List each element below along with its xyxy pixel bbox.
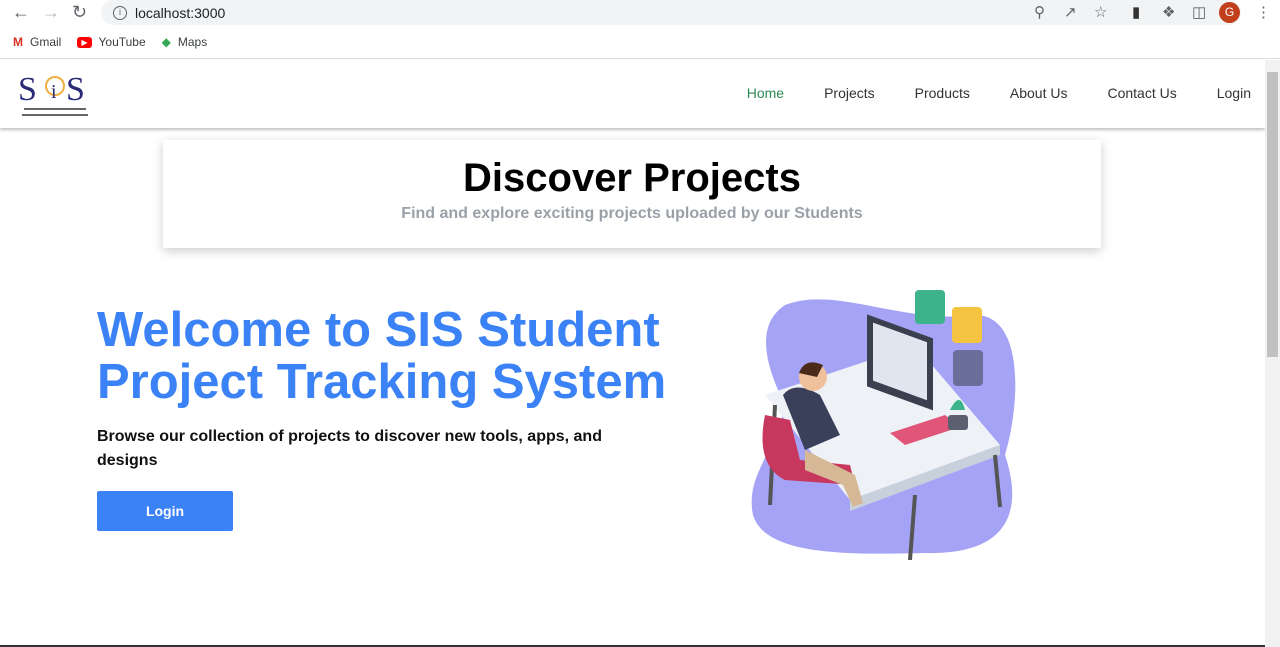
forward-icon[interactable]: → [42, 2, 60, 23]
sidepanel-icon[interactable]: ◫ [1192, 3, 1206, 21]
hero-title: Welcome to SIS Student Project Tracking … [97, 303, 667, 409]
maps-icon: ◆ [161, 35, 171, 49]
scrollbar[interactable] [1265, 60, 1280, 647]
bookmark-label: Gmail [30, 35, 62, 49]
browser-chrome: ← → ↻ i localhost:3000 ⚲ ↗ ☆ ▮ ❖ ◫ G ⋮ M… [0, 0, 1280, 59]
puzzle-icon[interactable]: ❖ [1162, 3, 1175, 21]
share-icon[interactable]: ↗ [1064, 3, 1077, 21]
scrollbar-thumb[interactable] [1267, 72, 1278, 357]
discover-banner: Discover Projects Find and explore excit… [163, 140, 1101, 248]
menu-icon[interactable]: ⋮ [1256, 3, 1271, 21]
star-icon[interactable]: ☆ [1094, 3, 1107, 21]
nav-login[interactable]: Login [1217, 85, 1251, 101]
bookmark-youtube[interactable]: ▶ YouTube [77, 35, 146, 49]
zoom-icon[interactable]: ⚲ [1034, 3, 1045, 21]
navbar: S i S Home Projects Products About Us Co… [0, 60, 1265, 128]
youtube-icon: ▶ [77, 36, 92, 48]
info-icon[interactable]: i [113, 5, 127, 20]
bookmark-gmail[interactable]: M Gmail [13, 35, 61, 49]
banner-title: Discover Projects [463, 156, 801, 200]
bookmark-maps[interactable]: ◆ Maps [162, 35, 208, 49]
nav-home[interactable]: Home [747, 85, 784, 101]
profile-avatar[interactable]: G [1219, 2, 1240, 23]
sis-logo[interactable]: S i S [18, 66, 92, 122]
nav-projects[interactable]: Projects [824, 85, 875, 101]
login-button[interactable]: Login [97, 491, 233, 531]
extension-icon[interactable]: ▮ [1132, 3, 1140, 21]
svg-text:S: S [18, 71, 37, 108]
banner-subtitle: Find and explore exciting projects uploa… [401, 205, 863, 222]
svg-text:S: S [66, 71, 85, 108]
bookmark-label: YouTube [98, 35, 146, 49]
nav-contact-us[interactable]: Contact Us [1107, 85, 1176, 101]
reload-icon[interactable]: ↻ [72, 2, 87, 23]
svg-text:i: i [51, 81, 57, 103]
bookmark-label: Maps [177, 35, 208, 49]
back-icon[interactable]: ← [12, 2, 30, 23]
developer-illustration [751, 290, 1016, 561]
gmail-icon: M [13, 35, 23, 49]
url-text: localhost:3000 [135, 4, 226, 21]
nav-products[interactable]: Products [915, 85, 970, 101]
nav-about-us[interactable]: About Us [1010, 85, 1068, 101]
hero-subtitle: Browse our collection of projects to dis… [97, 428, 602, 469]
